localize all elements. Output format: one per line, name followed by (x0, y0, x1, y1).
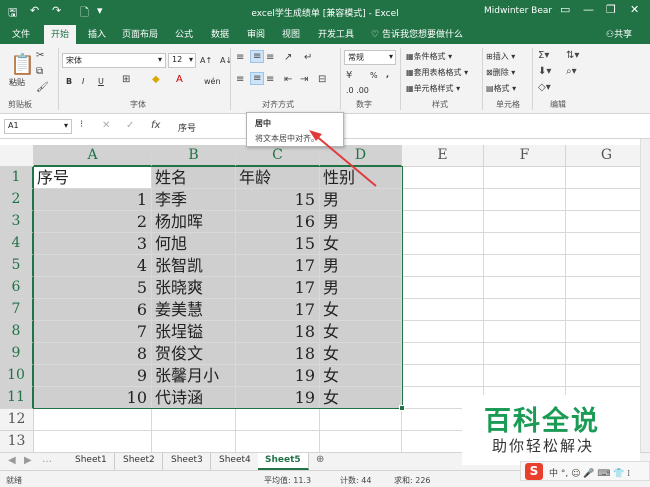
pointer-arrow (309, 130, 377, 187)
arrow-shaft (314, 134, 377, 187)
